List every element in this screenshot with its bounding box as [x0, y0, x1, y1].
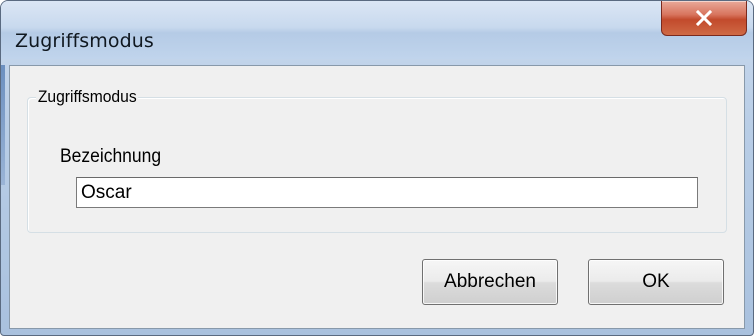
- close-icon: [695, 10, 713, 26]
- cancel-button[interactable]: Abbrechen: [422, 259, 558, 305]
- designation-label: Bezeichnung: [60, 146, 162, 167]
- designation-input[interactable]: [76, 177, 698, 208]
- close-button[interactable]: [661, 1, 747, 36]
- groupbox-legend: Zugriffsmodus: [36, 87, 139, 107]
- ok-button[interactable]: OK: [588, 259, 724, 305]
- dialog-client-area: Zugriffsmodus Bezeichnung Abbrechen OK: [9, 65, 745, 329]
- title-bar[interactable]: Zugriffsmodus: [1, 1, 753, 59]
- window-frame-accent: [1, 65, 5, 185]
- window-title: Zugriffsmodus: [15, 30, 154, 52]
- dialog-window: Zugriffsmodus Zugriffsmodus Bezeichnung …: [0, 0, 754, 336]
